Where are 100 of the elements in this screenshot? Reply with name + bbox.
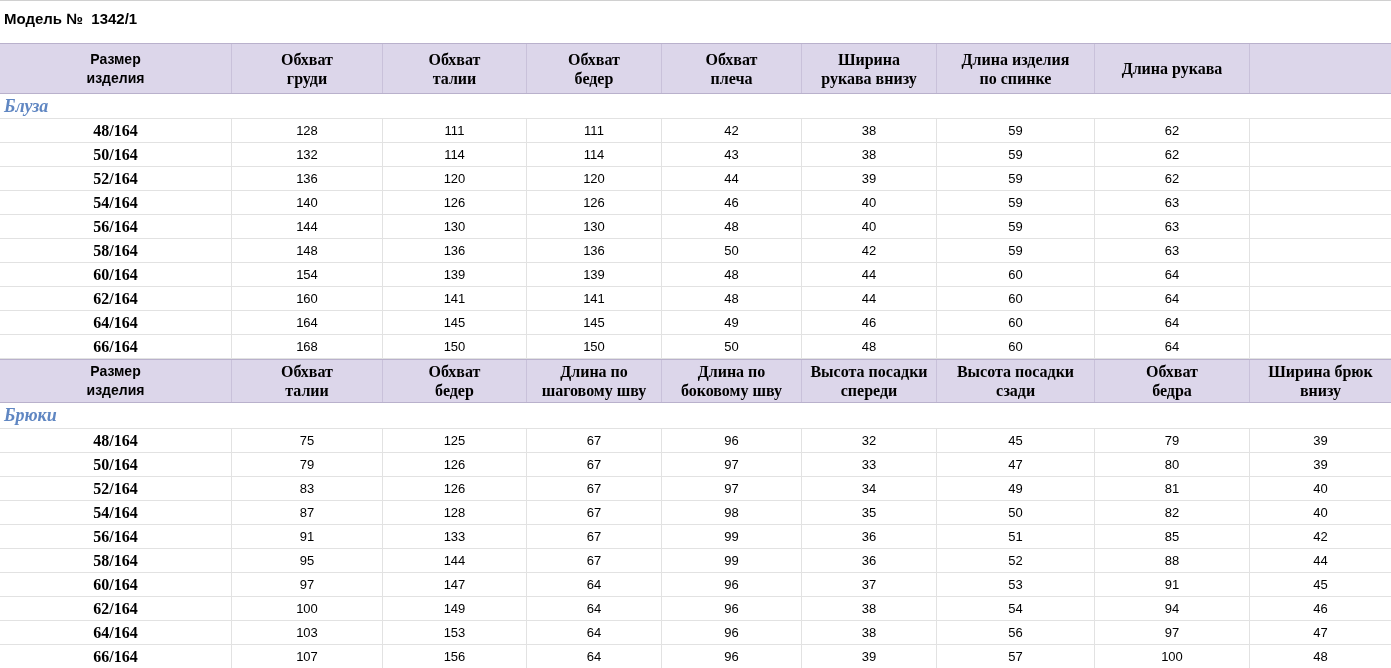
table-cell-text: 50 [1008,504,1023,523]
size-cell-text: 66/164 [93,647,138,667]
table-cell-text: 136 [583,242,605,261]
table-cell-text: 34 [861,480,877,499]
table-cell-text: 97 [1164,624,1180,643]
table-cell-text: 38 [861,624,877,643]
table-cell-text: 126 [583,194,605,213]
table-cell-text: 63 [1164,242,1180,261]
size-cell-text: 48/164 [93,431,138,451]
table-cell-text: 63 [1164,218,1180,237]
table-cell-text: 83 [299,480,315,499]
table-cell-text: 99 [724,528,739,547]
table-cell-text: 42 [1313,528,1328,547]
column-header: Длина по шаговому шву [541,362,647,400]
table-cell-text: 45 [1008,432,1023,451]
size-cell-text: 62/164 [93,289,138,309]
table-cell-text: 103 [296,624,318,643]
table-cell-text: 39 [861,648,877,667]
table-cell-text: 145 [443,314,466,333]
table-cell-text: 141 [583,290,605,309]
table-cell-text: 133 [443,528,466,547]
table-cell-text: 168 [296,338,318,357]
size-cell-text: 64/164 [93,623,138,643]
table-cell-text: 125 [443,432,466,451]
table-cell-text: 132 [296,146,318,165]
table-cell-text: 39 [1313,456,1328,475]
size-cell-text: 62/164 [93,599,138,619]
table-cell-text: 67 [586,456,602,475]
table-cell-text: 48 [724,218,739,237]
column-header: Обхват талии [428,49,481,88]
table-cell-text: 87 [299,504,315,523]
column-header: Размер изделия [86,362,145,400]
table-cell-text: 60 [1008,314,1023,333]
table-cell-text: 139 [583,266,605,285]
table-cell-text: 49 [1008,480,1023,499]
table-cell-text: 46 [861,314,877,333]
table-cell-text: 50 [724,242,739,261]
size-cell-text: 58/164 [93,241,138,261]
size-cell-text: 58/164 [93,551,138,571]
table-cell-text: 59 [1008,146,1023,165]
table-cell-text: 126 [443,480,466,499]
size-cell-text: 54/164 [93,503,138,523]
table-cell-text: 97 [724,480,739,499]
table-cell-text: 144 [296,218,318,237]
table-cell-text: 156 [443,648,466,667]
table-cell-text: 144 [443,552,466,571]
table-cell-text: 42 [861,242,877,261]
table-cell-text: 130 [443,218,466,237]
table-cell-text: 141 [443,290,466,309]
table-cell-text: 114 [444,146,465,165]
size-cell-text: 48/164 [93,121,138,141]
column-header: Обхват бедер [428,362,481,400]
table-cell-text: 40 [861,194,877,213]
table-cell-text: 100 [1161,648,1183,667]
model-title: Модель № 1342/1 [4,9,138,29]
column-header: Ширина брюк внизу [1268,362,1373,400]
table-cell-text: 63 [1164,194,1180,213]
table-cell-text: 64 [1164,314,1180,333]
table-cell-text: 59 [1008,242,1023,261]
table-cell-text: 48 [861,338,877,357]
table-cell-text: 98 [724,504,739,523]
column-header: Обхват талии [281,362,333,400]
table-cell-text: 48 [724,290,739,309]
table-cell-text: 47 [1313,624,1328,643]
table-cell-text: 111 [584,122,604,141]
size-cell-text: 66/164 [93,337,138,357]
table-cell-text: 153 [443,624,466,643]
table-cell-text: 75 [299,432,315,451]
table-cell-text: 62 [1164,170,1180,189]
table-cell-text: 36 [861,552,877,571]
table-cell-text: 67 [586,480,602,499]
table-cell-text: 39 [861,170,877,189]
size-cell-text: 56/164 [93,527,138,547]
table-cell-text: 64 [586,576,602,595]
table-cell-text: 149 [443,600,466,619]
table-cell-text: 47 [1008,456,1023,475]
table-cell-text: 139 [443,266,466,285]
table-cell-text: 53 [1008,576,1023,595]
table-cell-text: 145 [583,314,605,333]
size-cell-text: 64/164 [93,313,138,333]
table-cell-text: 36 [861,528,877,547]
section-label: Брюки [4,404,57,427]
table-cell-text: 44 [1313,552,1328,571]
table-cell-text: 96 [724,432,739,451]
table-cell-text: 96 [724,576,739,595]
table-cell-text: 148 [296,242,318,261]
table-cell-text: 64 [1164,290,1180,309]
table-cell-text: 46 [1313,600,1328,619]
table-cell-text: 91 [299,528,315,547]
table-cell-text: 59 [1008,194,1023,213]
column-header: Обхват плеча [705,49,758,88]
table-cell-text: 128 [443,504,466,523]
table-cell-text: 96 [724,600,739,619]
table-cell-text: 97 [724,456,739,475]
table-cell-text: 100 [296,600,318,619]
table-cell-text: 43 [724,146,739,165]
table-cell-text: 52 [1008,552,1023,571]
size-cell-text: 52/164 [93,479,138,499]
table-cell-text: 59 [1008,122,1023,141]
column-header: Обхват груди [281,49,333,88]
